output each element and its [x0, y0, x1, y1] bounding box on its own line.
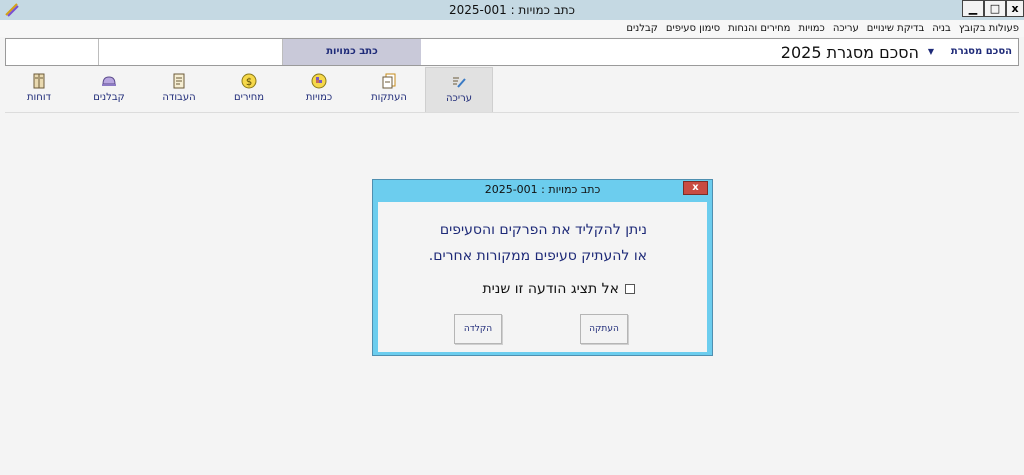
- type-button[interactable]: הקלדה: [454, 314, 502, 344]
- toolbar-copies-button[interactable]: העתקות: [355, 67, 423, 113]
- dont-show-again-label[interactable]: אל תציג הודעה זו שנית: [482, 281, 619, 297]
- copy-button[interactable]: העתקה: [580, 314, 628, 344]
- menu-file[interactable]: פעולות בקובץ: [959, 23, 1019, 34]
- framework-agreement-label: הסכם מסגרת: [950, 46, 1012, 57]
- chevron-down-icon[interactable]: ▼: [928, 47, 934, 56]
- contractor-helmet-icon: [102, 76, 116, 86]
- menu-mark-items[interactable]: סימון סעיפים: [666, 23, 720, 34]
- toolbar-label: דוחות: [26, 92, 51, 103]
- title-bar: כתב כמויות : 2025-001 ▁ □ x: [0, 0, 1024, 20]
- menu-build[interactable]: בניה: [932, 23, 951, 34]
- dont-show-again-row: אל תציג הודעה זו שנית: [482, 281, 635, 297]
- dialog-body: ניתן להקליד את הפרקים והסעיפים או להעתיק…: [378, 202, 707, 352]
- maximize-button[interactable]: □: [984, 0, 1006, 17]
- dollar-icon: $: [241, 73, 257, 89]
- header-cell-empty-1: [6, 39, 99, 65]
- toolbar-label: העתקות: [371, 92, 407, 103]
- document-icon: [173, 73, 185, 89]
- agreement-title[interactable]: הסכם מסגרת 2025: [781, 43, 919, 62]
- tab-bill-of-quantities[interactable]: כתב כמויות: [283, 39, 421, 65]
- menu-bar: פעולות בקובץ בניה בדיקת שינויים עריכה כמ…: [0, 20, 1024, 37]
- dont-show-again-checkbox[interactable]: [625, 284, 635, 294]
- window-title: כתב כמויות : 2025-001: [448, 3, 576, 17]
- toolbar-quantities-button[interactable]: כמויות: [285, 67, 353, 113]
- close-window-button[interactable]: x: [1006, 0, 1024, 17]
- menu-check-changes[interactable]: בדיקת שינויים: [867, 23, 924, 34]
- toolbar-contractors-button[interactable]: קבלנים: [75, 67, 143, 113]
- toolbar-label: העבודה: [162, 92, 196, 103]
- header-strip: כתב כמויות הסכם מסגרת 2025 ▼ הסכם מסגרת: [5, 38, 1019, 66]
- toolbar-edit-button[interactable]: עריכה: [425, 67, 493, 113]
- header-cell-empty-2: [99, 39, 283, 65]
- toolbar: דוחות קבלנים העבודה $ מחירים כמויות העתק…: [5, 67, 495, 113]
- reports-book-icon: [33, 73, 45, 89]
- toolbar-work-button[interactable]: העבודה: [145, 67, 213, 113]
- svg-text:$: $: [246, 77, 252, 88]
- menu-quantities[interactable]: כמויות: [798, 23, 824, 34]
- toolbar-reports-button[interactable]: דוחות: [5, 67, 73, 113]
- menu-prices-discounts[interactable]: מחירים והנחות: [728, 23, 790, 34]
- quantities-icon: [311, 73, 327, 89]
- edit-icon: [453, 77, 466, 88]
- dialog-message-line-1: ניתן להקליד את הפרקים והסעיפים: [439, 222, 647, 238]
- menu-edit[interactable]: עריכה: [833, 23, 859, 34]
- toolbar-label: מחירים: [233, 92, 265, 103]
- toolbar-label: עריכה: [446, 93, 472, 104]
- menu-contractors[interactable]: קבלנים: [626, 23, 657, 34]
- toolbar-label: כמויות: [305, 92, 333, 103]
- dialog-close-button[interactable]: x: [683, 181, 708, 195]
- toolbar-divider: [5, 112, 1019, 113]
- copy-icon: [382, 73, 396, 89]
- toolbar-label: קבלנים: [93, 92, 125, 103]
- minimize-button[interactable]: ▁: [962, 0, 984, 17]
- dialog-title: כתב כמויות : 2025-001: [484, 183, 601, 196]
- toolbar-prices-button[interactable]: $ מחירים: [215, 67, 283, 113]
- info-dialog: כתב כמויות : 2025-001 x ניתן להקליד את ה…: [372, 179, 713, 356]
- dialog-message-line-2: או להעתיק סעיפים ממקורות אחרים.: [428, 248, 647, 264]
